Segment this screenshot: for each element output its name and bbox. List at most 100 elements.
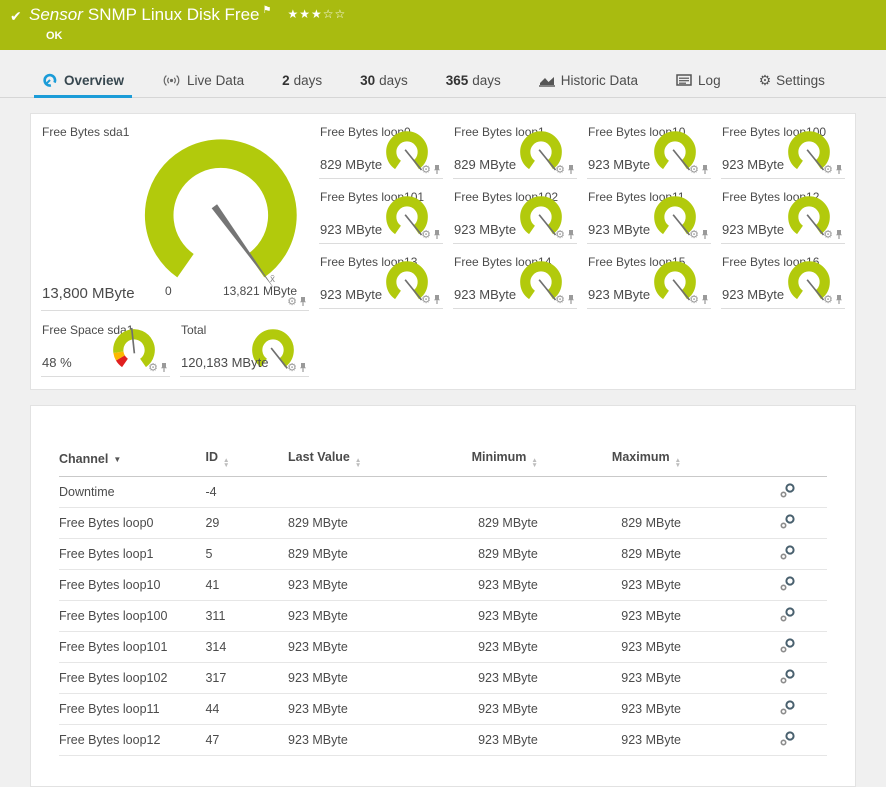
pin-icon[interactable]	[835, 294, 843, 305]
tab-2-days[interactable]: 2 days	[282, 63, 322, 97]
gear-icon[interactable]: ⚙	[421, 295, 431, 305]
gear-icon[interactable]: ⚙	[823, 230, 833, 240]
pin-icon[interactable]	[299, 362, 307, 373]
gauge-total: Total 120,183 MByte ⚙	[180, 320, 309, 377]
small-gauge-grid: Free Bytes loop0 829 MByte ⚙ Free Bytes …	[319, 122, 845, 377]
channels-table: Channel▼ ID▲▼ Last Value▲▼ Minimum▲▼ Max…	[59, 444, 827, 756]
channel-settings-icon[interactable]	[779, 669, 797, 684]
pin-icon[interactable]	[567, 229, 575, 240]
gauge-free-bytes-loop11: Free Bytes loop11 923 MByte ⚙	[587, 187, 711, 244]
id-cell: 41	[205, 570, 288, 601]
channel-settings-icon[interactable]	[779, 576, 797, 591]
minimum-cell: 923 MByte	[413, 570, 538, 601]
id-cell: 5	[205, 539, 288, 570]
pin-icon[interactable]	[567, 164, 575, 175]
column-header-id[interactable]: ID▲▼	[205, 444, 288, 477]
gear-icon[interactable]: ⚙	[148, 363, 158, 373]
pin-icon[interactable]	[299, 296, 307, 307]
gear-icon[interactable]: ⚙	[823, 295, 833, 305]
gear-icon[interactable]: ⚙	[555, 230, 565, 240]
tab-settings[interactable]: ⚙ Settings	[759, 63, 825, 97]
channel-settings-icon[interactable]	[779, 731, 797, 746]
gear-icon[interactable]: ⚙	[287, 297, 297, 307]
gear-icon[interactable]: ⚙	[689, 165, 699, 175]
column-header-minimum[interactable]: Minimum▲▼	[413, 444, 538, 477]
gauge-scale-max: 13,821 MByte	[223, 284, 297, 298]
column-header-last-value[interactable]: Last Value▲▼	[288, 444, 413, 477]
pin-icon[interactable]	[567, 294, 575, 305]
gauge-free-bytes-loop16: Free Bytes loop16 923 MByte ⚙	[721, 252, 845, 309]
gear-icon[interactable]: ⚙	[555, 295, 565, 305]
tab-live-data[interactable]: Live Data	[162, 63, 244, 97]
tab-historic-data[interactable]: Historic Data	[539, 63, 638, 97]
pin-icon[interactable]	[433, 164, 441, 175]
maximum-cell	[538, 477, 681, 508]
rating-stars[interactable]: ★★★☆☆	[287, 7, 346, 21]
channel-settings-icon[interactable]	[779, 700, 797, 715]
sensor-type-label: Sensor	[29, 5, 83, 24]
table-row: Free Bytes loop12 47 923 MByte 923 MByte…	[59, 725, 827, 756]
gauge-free-bytes-sda1: Free Bytes sda1 x̄ 0 13,821 MByte 13,800…	[41, 122, 309, 311]
last-value-cell: 923 MByte	[288, 694, 413, 725]
pin-icon[interactable]	[701, 229, 709, 240]
gauge-free-bytes-loop14: Free Bytes loop14 923 MByte ⚙	[453, 252, 577, 309]
gauge-icon	[42, 73, 58, 88]
gauge-dial	[135, 136, 311, 301]
maximum-cell: 923 MByte	[538, 694, 681, 725]
pin-icon[interactable]	[835, 229, 843, 240]
check-icon: ✔	[10, 8, 22, 25]
primary-gauge-column: Free Bytes sda1 x̄ 0 13,821 MByte 13,800…	[41, 122, 309, 377]
pin-icon[interactable]	[160, 362, 168, 373]
column-header-channel[interactable]: Channel▼	[59, 444, 205, 477]
gear-icon[interactable]: ⚙	[555, 165, 565, 175]
id-cell: 44	[205, 694, 288, 725]
tab-30-days[interactable]: 30 days	[360, 63, 408, 97]
pin-icon[interactable]	[701, 164, 709, 175]
pin-icon[interactable]	[433, 294, 441, 305]
id-cell: 314	[205, 632, 288, 663]
flag-icon[interactable]: ⚑	[263, 5, 272, 16]
gauge-title: Free Bytes sda1	[42, 125, 129, 139]
channel-settings-icon[interactable]	[779, 483, 797, 498]
gauge-value: 13,800 MByte	[42, 285, 135, 302]
gear-icon[interactable]: ⚙	[823, 165, 833, 175]
channel-settings-icon[interactable]	[779, 545, 797, 560]
gear-icon[interactable]: ⚙	[689, 230, 699, 240]
minimum-cell: 923 MByte	[413, 725, 538, 756]
channel-cell: Free Bytes loop10	[59, 570, 205, 601]
sort-icon: ▲▼	[675, 458, 681, 468]
last-value-cell: 829 MByte	[288, 539, 413, 570]
table-row: Free Bytes loop102 317 923 MByte 923 MBy…	[59, 663, 827, 694]
minimum-cell: 829 MByte	[413, 508, 538, 539]
gear-icon[interactable]: ⚙	[689, 295, 699, 305]
tab-overview[interactable]: Overview	[42, 63, 124, 97]
column-header-maximum[interactable]: Maximum▲▼	[538, 444, 681, 477]
channel-cell: Free Bytes loop100	[59, 601, 205, 632]
channel-cell: Free Bytes loop1	[59, 539, 205, 570]
table-row: Free Bytes loop10 41 923 MByte 923 MByte…	[59, 570, 827, 601]
last-value-cell: 923 MByte	[288, 663, 413, 694]
tab-label: Overview	[64, 73, 124, 88]
gear-icon[interactable]: ⚙	[421, 165, 431, 175]
minimum-cell: 923 MByte	[413, 601, 538, 632]
table-row: Downtime -4	[59, 477, 827, 508]
gauge-scale-min: 0	[165, 284, 172, 298]
tab-365-days[interactable]: 365 days	[446, 63, 501, 97]
pin-icon[interactable]	[701, 294, 709, 305]
last-value-cell: 923 MByte	[288, 632, 413, 663]
table-row: Free Bytes loop100 311 923 MByte 923 MBy…	[59, 601, 827, 632]
channel-cell: Free Bytes loop11	[59, 694, 205, 725]
pin-icon[interactable]	[433, 229, 441, 240]
gauge-free-space-sda1: Free Space sda1 48 % ⚙	[41, 320, 170, 377]
gear-icon[interactable]: ⚙	[287, 363, 297, 373]
channel-settings-icon[interactable]	[779, 607, 797, 622]
channel-settings-icon[interactable]	[779, 638, 797, 653]
sort-desc-icon: ▼	[113, 455, 121, 464]
maximum-cell: 829 MByte	[538, 508, 681, 539]
tab-log[interactable]: Log	[676, 63, 721, 97]
pin-icon[interactable]	[835, 164, 843, 175]
last-value-cell: 923 MByte	[288, 570, 413, 601]
channel-settings-icon[interactable]	[779, 514, 797, 529]
gear-icon[interactable]: ⚙	[421, 230, 431, 240]
page-title: SNMP Linux Disk Free	[88, 5, 260, 24]
